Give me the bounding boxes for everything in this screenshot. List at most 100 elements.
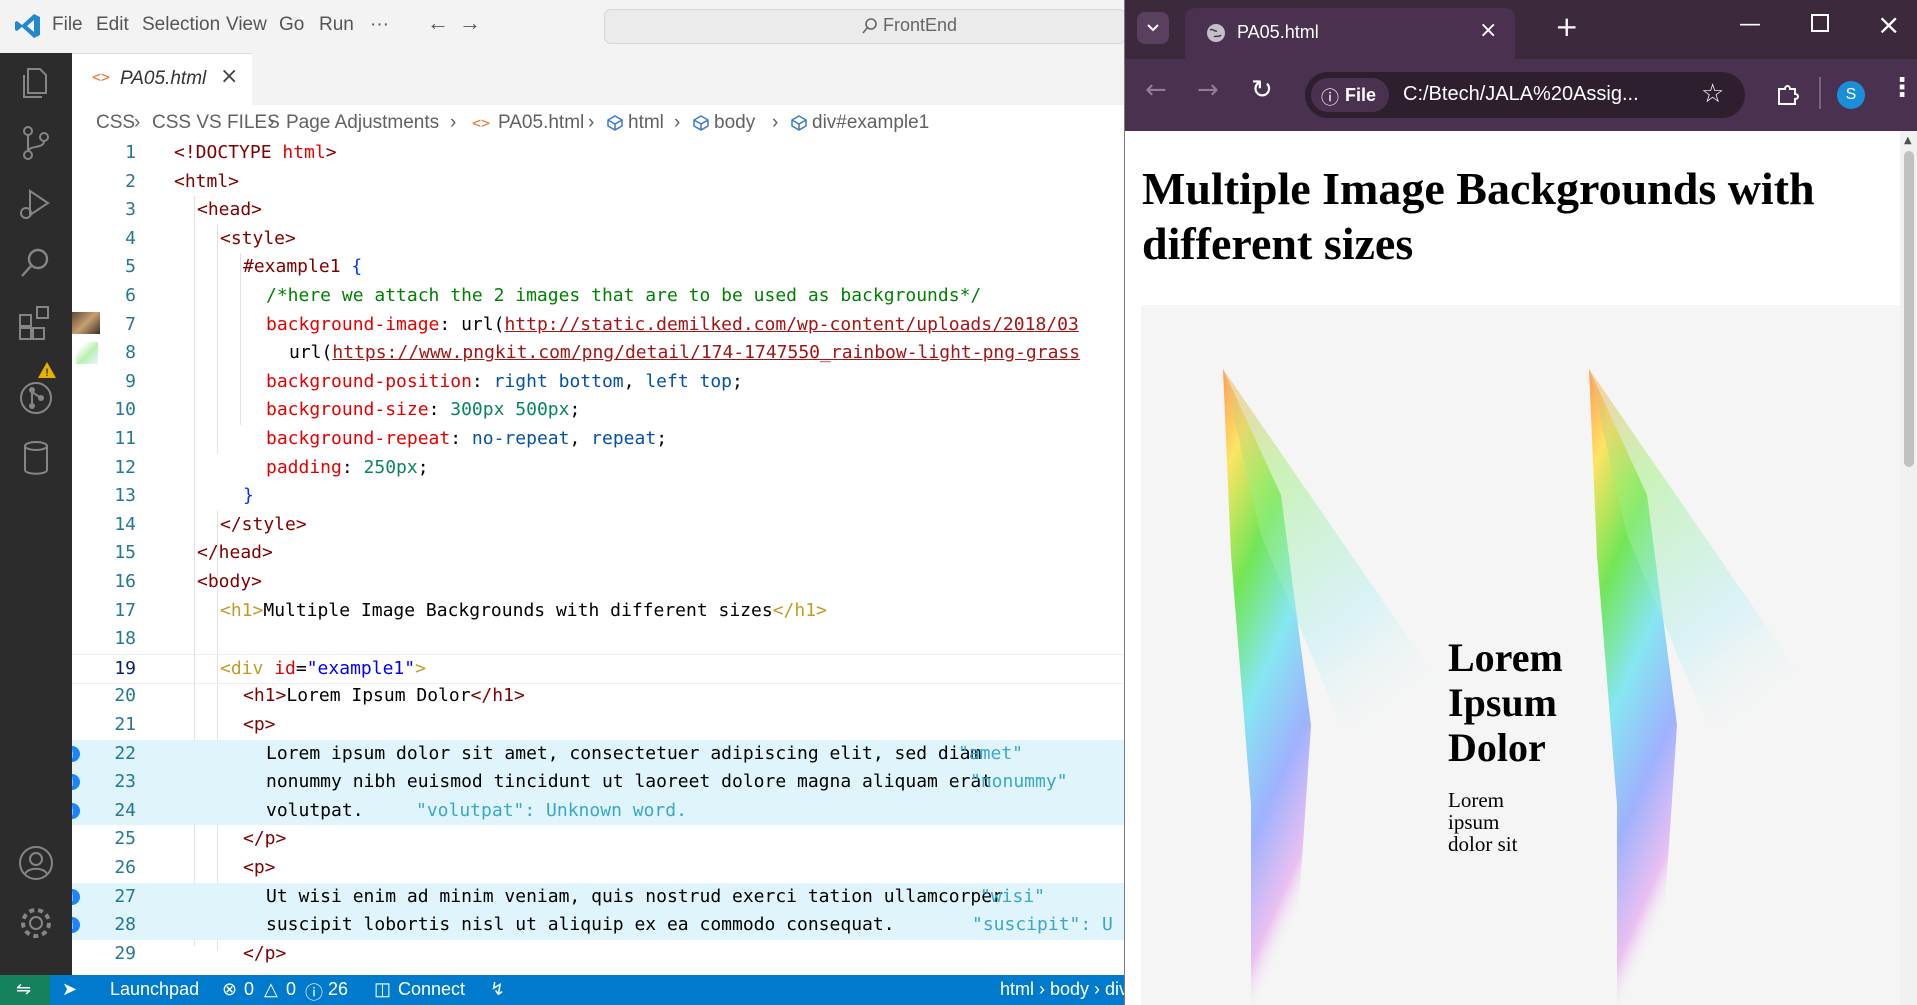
code-line: 4 <style> [72, 225, 1124, 254]
title-bar: File Edit Selection View Go Run ··· ← → … [0, 0, 1124, 54]
menu-view[interactable]: View [226, 14, 267, 36]
maximize-icon[interactable] [1811, 14, 1829, 32]
status-element-path[interactable]: html › body › div [1000, 979, 1124, 1000]
forward-icon[interactable]: → [1197, 75, 1219, 105]
accounts-icon[interactable] [16, 843, 56, 883]
page-heading: Multiple Image Backgrounds with differen… [1142, 163, 1815, 269]
code-text: </p> [243, 828, 287, 850]
page-scrollbar[interactable]: ▲ [1900, 131, 1917, 1005]
close-tab-icon[interactable]: × [220, 64, 238, 89]
site-info-chip[interactable]: ⓘ File [1311, 78, 1389, 112]
code-line: 8 url(https://www.pngkit.com/png/detail/1… [72, 339, 1124, 368]
explorer-icon[interactable] [16, 63, 56, 103]
git-graph-icon[interactable] [16, 378, 56, 418]
code-line: 1 <!DOCTYPE html> [72, 139, 1124, 168]
browser-window: PA05.html × + — × ← → ↻ ⓘ File C:/Btech/… [1124, 0, 1917, 1005]
more-menu-icon[interactable]: ··· [370, 14, 389, 36]
menu-edit[interactable]: Edit [96, 14, 129, 36]
url-link[interactable]: https://www.pngkit.com/png/detail/174-17… [332, 342, 1080, 363]
diagnostic-hint: "volutpat": Unknown word. [416, 799, 687, 821]
minimize-icon[interactable]: — [1739, 12, 1761, 37]
remote-indicator[interactable]: ⇋ [0, 975, 50, 1005]
breadcrumb-item[interactable]: div#example1 [812, 112, 929, 134]
browser-tab[interactable]: PA05.html × [1185, 8, 1515, 59]
code-text: <h1>Lorem Ipsum Dolor</h1> [243, 685, 525, 707]
code-line: 29 </p> [72, 940, 1124, 969]
lightning-icon[interactable]: ↯ [490, 979, 505, 1000]
menu-run[interactable]: Run [319, 14, 354, 36]
back-icon[interactable]: ← [1145, 75, 1167, 105]
breadcrumb-item[interactable]: html [628, 112, 664, 134]
breadcrumb-separator-icon: › [450, 112, 457, 133]
web-page: Multiple Image Backgrounds with differen… [1125, 131, 1900, 1005]
scrollbar-thumb[interactable] [1904, 151, 1914, 467]
line-number: 12 [114, 456, 136, 478]
address-bar[interactable]: ⓘ File C:/Btech/JALA%20Assig... ☆ [1305, 72, 1745, 118]
nav-forward-icon[interactable]: → [459, 10, 481, 36]
code-text: <p> [243, 714, 276, 735]
close-tab-icon[interactable]: × [1479, 18, 1497, 43]
globe-icon [1207, 24, 1225, 42]
line-number: 10 [114, 399, 136, 421]
code-line: 2 <html> [72, 168, 1124, 197]
error-count[interactable]: 0 [244, 979, 254, 1000]
breadcrumb-item[interactable]: CSS VS FILES [152, 112, 280, 134]
breadcrumb-separator-icon: › [772, 112, 779, 133]
bookmark-star-icon[interactable]: ☆ [1701, 79, 1724, 109]
extensions-puzzle-icon[interactable] [1775, 81, 1801, 107]
run-debug-icon[interactable] [16, 183, 56, 223]
breadcrumb-item[interactable]: PA05.html [498, 112, 584, 134]
menu-kebab-icon[interactable]: ⋮ [1889, 73, 1915, 103]
scroll-up-icon[interactable]: ▲ [1904, 135, 1912, 146]
menu-go[interactable]: Go [279, 14, 304, 36]
reload-icon[interactable]: ↻ [1251, 75, 1273, 105]
nav-back-icon[interactable]: ← [427, 10, 449, 36]
profile-avatar[interactable]: S [1837, 81, 1865, 109]
code-line: 16 <body> [72, 568, 1124, 597]
close-window-icon[interactable]: × [1877, 8, 1900, 41]
code-line: 14 </style> [72, 511, 1124, 540]
code-text: </p> [243, 942, 287, 964]
url-link[interactable]: http://static.demilked.com/wp-content/up… [504, 314, 1078, 335]
breadcrumb: CSS › CSS VS FILES › Page Adjustments › … [72, 105, 1124, 139]
code-text: background-repeat: no-repeat, repeat; [266, 428, 668, 449]
source-control-icon[interactable] [16, 123, 56, 163]
extensions-icon[interactable] [16, 303, 56, 343]
element-cube-icon [791, 115, 807, 131]
warning-count[interactable]: 0 [286, 979, 296, 1000]
code-line: 25 </p> [72, 825, 1124, 854]
code-text: background-image: url(http://static.demi… [266, 313, 1079, 335]
code-line: 7 background-image: url(http://static.dem… [72, 311, 1124, 340]
command-center[interactable]: FrontEnd [604, 9, 1124, 44]
new-tab-icon[interactable]: + [1555, 10, 1578, 43]
code-text: </head> [197, 542, 273, 564]
code-comment: /*here we attach the 2 images that are t… [266, 285, 982, 306]
line-number: 6 [125, 285, 136, 306]
line-number: 15 [114, 542, 136, 564]
code-line: 10 background-size: 300px 500px; [72, 396, 1124, 425]
code-text: </style> [220, 513, 307, 535]
database-icon[interactable] [16, 438, 56, 478]
address-text[interactable]: C:/Btech/JALA%20Assig... [1403, 83, 1639, 106]
code-text: suscipit lobortis nisl ut aliquip ex ea … [266, 914, 895, 936]
tab-search-button[interactable] [1137, 12, 1169, 44]
menu-selection[interactable]: Selection [142, 14, 220, 36]
line-number: 9 [125, 370, 136, 392]
search-sidebar-icon[interactable] [16, 243, 56, 283]
code-line: 9 background-position: right bottom, left… [72, 368, 1124, 397]
image-preview-thumbnail [72, 312, 100, 334]
code-editor[interactable]: 1 <!DOCTYPE html> 2 <html> 3 <head> 4 <style… [72, 139, 1124, 975]
editor-tab-pa05[interactable]: <> PA05.html × [72, 53, 252, 106]
code-line: 3 <head> [72, 196, 1124, 225]
menu-file[interactable]: File [52, 14, 83, 36]
browser-tab-strip: PA05.html × + — × [1125, 0, 1917, 59]
breadcrumb-item[interactable]: CSS [96, 112, 135, 134]
connect-label[interactable]: Connect [398, 979, 465, 1000]
info-count[interactable]: 26 [328, 979, 348, 1000]
breadcrumb-item[interactable]: Page Adjustments [286, 112, 439, 134]
launchpad-label[interactable]: Launchpad [110, 979, 199, 1000]
line-number: 26 [114, 857, 136, 878]
breadcrumb-item[interactable]: body [714, 112, 755, 134]
settings-gear-icon[interactable] [16, 903, 56, 943]
line-number: 18 [114, 628, 136, 650]
